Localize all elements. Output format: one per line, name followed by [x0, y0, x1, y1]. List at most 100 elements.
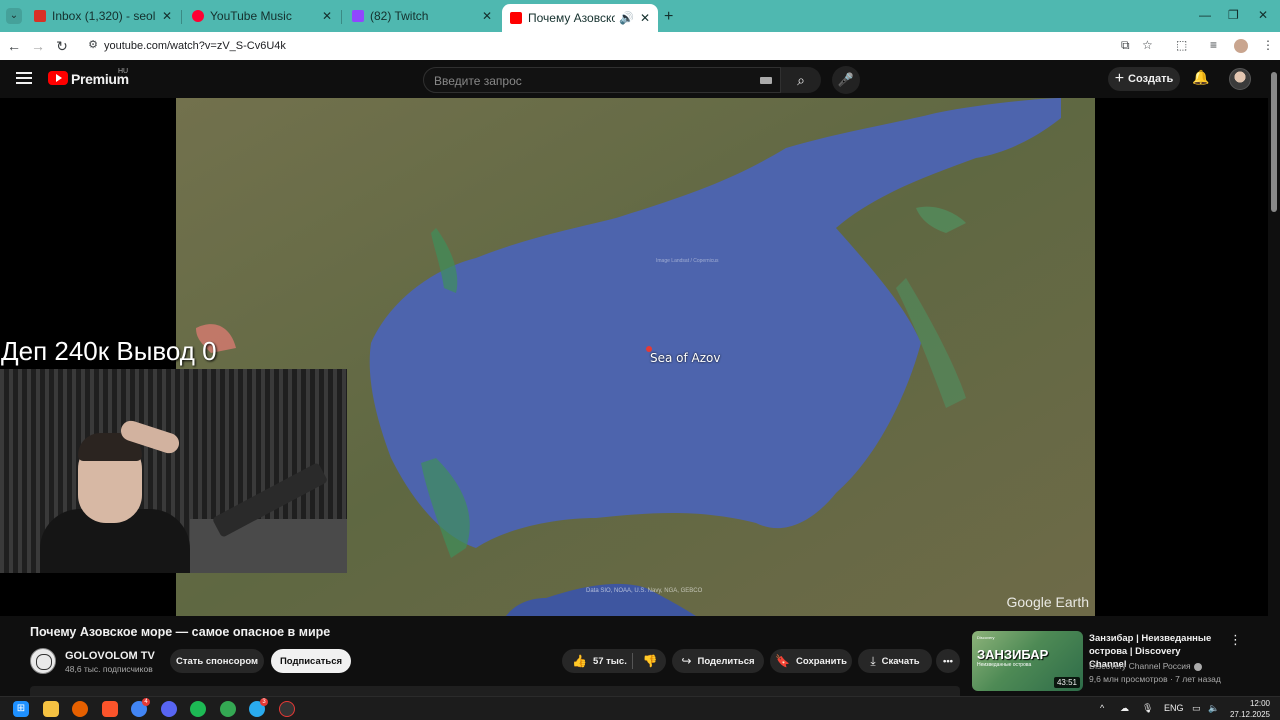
- description-box-edge: [30, 686, 960, 696]
- forward-icon[interactable]: →: [30, 38, 46, 54]
- more-actions-button[interactable]: •••: [936, 649, 960, 673]
- scrollbar-thumb[interactable]: [1271, 72, 1277, 212]
- recommended-channel[interactable]: Discovery Channel Россия: [1089, 661, 1202, 671]
- like-divider: [632, 653, 633, 669]
- app-icon[interactable]: [279, 701, 295, 717]
- thumbs-up-icon: 👍: [572, 654, 587, 668]
- channel-name[interactable]: GOLOVOLOM TV: [65, 650, 155, 662]
- speaker-icon[interactable]: 🔊: [619, 11, 634, 25]
- recommended-channel-name: Discovery Channel Россия: [1089, 661, 1191, 671]
- browser-tabstrip: ⌄ Inbox (1,320) - seolifeinfo@gm ✕ YouTu…: [0, 0, 1280, 32]
- verified-icon: [1193, 662, 1202, 671]
- firefox-icon[interactable]: [72, 701, 88, 717]
- language-indicator[interactable]: ENG: [1164, 703, 1184, 713]
- create-label: Создать: [1128, 73, 1174, 85]
- tab-twitch[interactable]: (82) Twitch ✕: [344, 4, 500, 28]
- tray-mic-icon[interactable]: 🎙: [1142, 703, 1153, 714]
- subscriber-count: 48,6 тыс. подписчиков: [65, 664, 153, 674]
- create-button[interactable]: + Создать: [1108, 67, 1180, 91]
- close-tab-icon[interactable]: ✕: [162, 9, 172, 23]
- restore-icon[interactable]: ❐: [1228, 8, 1239, 22]
- like-count: 57 тыс.: [592, 655, 627, 667]
- search-button[interactable]: ⌕: [781, 67, 821, 93]
- profile-avatar[interactable]: [1234, 39, 1248, 53]
- close-window-icon[interactable]: ✕: [1258, 8, 1268, 22]
- tab-title: Почему Азовское море —: [528, 11, 615, 25]
- url-text[interactable]: youtube.com/watch?v=zV_S-Cv6U4k: [104, 40, 286, 52]
- download-button[interactable]: ⤓ Скачать: [858, 649, 932, 673]
- tab-youtube-music[interactable]: YouTube Music ✕: [184, 4, 340, 28]
- discord-icon[interactable]: [161, 701, 177, 717]
- youtube-header: Premium HU Введите запрос ⌕ 🎤 + Создать …: [0, 60, 1280, 98]
- more-horizontal-icon: •••: [943, 655, 953, 667]
- windows-start-icon[interactable]: ⊞: [13, 701, 29, 717]
- user-avatar[interactable]: [1229, 68, 1251, 90]
- back-icon[interactable]: ←: [6, 38, 22, 54]
- telegram-icon[interactable]: 3: [249, 698, 268, 717]
- spotify-icon[interactable]: [190, 701, 206, 717]
- save-label: Сохранить: [796, 655, 847, 667]
- address-bar[interactable]: ⚙ youtube.com/watch?v=zV_S-Cv6U4k: [80, 34, 1165, 58]
- brave-icon[interactable]: [102, 701, 118, 717]
- subscribe-button[interactable]: Подписаться: [271, 649, 351, 673]
- dislike-button[interactable]: 👎: [634, 649, 666, 673]
- file-explorer-icon[interactable]: [43, 701, 59, 717]
- twitch-icon: [352, 10, 364, 22]
- system-clock[interactable]: 12:00 27.12.2025: [1222, 698, 1270, 720]
- plus-icon: +: [1114, 70, 1125, 87]
- minimize-icon[interactable]: —: [1199, 8, 1211, 22]
- recommended-video-meta: 9,6 млн просмотров · 7 лет назад: [1089, 674, 1221, 684]
- chrome-profile-icon[interactable]: [220, 701, 236, 717]
- reload-icon[interactable]: ↻: [54, 38, 70, 55]
- video-duration: 43:51: [1053, 677, 1080, 688]
- hamburger-menu-icon[interactable]: [16, 72, 32, 84]
- map-credit: Data SIO, NOAA, U.S. Navy, NGA, GEBCO: [586, 588, 703, 594]
- video-player[interactable]: Sea of Azov Image Landsat / Copernicus D…: [0, 98, 1268, 616]
- page-scrollbar[interactable]: [1268, 60, 1280, 696]
- extensions-icon[interactable]: ⬚: [1176, 38, 1187, 52]
- tab-gmail[interactable]: Inbox (1,320) - seolifeinfo@gm ✕: [26, 4, 180, 28]
- tab-search-button[interactable]: ⌄: [6, 8, 22, 24]
- clock-time: 12:00: [1249, 699, 1270, 708]
- display-icon[interactable]: ▭: [1192, 703, 1201, 714]
- close-tab-icon[interactable]: ✕: [640, 11, 650, 25]
- onedrive-icon[interactable]: ☁: [1120, 703, 1129, 714]
- new-tab-button[interactable]: +: [664, 8, 673, 26]
- microphone-icon: 🎤: [837, 72, 855, 87]
- notifications-bell-icon[interactable]: 🔔: [1192, 69, 1209, 86]
- search-input[interactable]: Введите запрос: [423, 67, 781, 93]
- site-info-icon[interactable]: ⚙: [86, 38, 100, 52]
- download-label: Скачать: [881, 655, 920, 667]
- tab-youtube-video[interactable]: Почему Азовское море — 🔊 ✕: [502, 4, 658, 32]
- thumbnail-subtitle: Неизведанные острова: [977, 662, 1032, 668]
- google-earth-watermark: Google Earth: [1006, 594, 1090, 610]
- recommended-video-thumbnail[interactable]: Discovery ЗАНЗИБАР Неизведанные острова …: [972, 631, 1083, 691]
- webcam-overlay: [0, 369, 347, 573]
- sponsor-label: Стать спонсором: [175, 655, 259, 667]
- thumbs-down-icon: 👎: [642, 654, 658, 668]
- more-vertical-icon[interactable]: ⋮: [1229, 632, 1242, 648]
- bookmark-star-icon[interactable]: ☆: [1142, 38, 1153, 52]
- tab-separator: [181, 10, 182, 24]
- voice-search-button[interactable]: 🎤: [832, 66, 860, 94]
- close-tab-icon[interactable]: ✕: [322, 9, 332, 23]
- keyboard-icon[interactable]: [760, 77, 772, 84]
- media-control-icon[interactable]: ≡: [1210, 38, 1217, 52]
- browser-menu-icon[interactable]: ⋮: [1262, 38, 1274, 52]
- tab-title: YouTube Music: [210, 9, 292, 23]
- volume-icon[interactable]: 🔈: [1208, 703, 1219, 714]
- tab-title: Inbox (1,320) - seolifeinfo@gm: [52, 9, 156, 23]
- tab-separator: [341, 10, 342, 24]
- tray-overflow-icon[interactable]: ^: [1100, 703, 1104, 713]
- download-icon: ⤓: [870, 653, 876, 668]
- sponsor-button[interactable]: Стать спонсором: [170, 649, 264, 673]
- close-tab-icon[interactable]: ✕: [482, 9, 492, 23]
- cast-icon[interactable]: ⧉: [1121, 38, 1130, 53]
- youtube-logo-icon[interactable]: [48, 71, 68, 85]
- channel-avatar[interactable]: [30, 648, 56, 674]
- notification-badge: 4: [142, 698, 150, 706]
- thumbnail-title: ЗАНЗИБАР: [977, 647, 1049, 662]
- save-button[interactable]: 🔖 Сохранить: [770, 649, 852, 673]
- chrome-icon[interactable]: 4: [131, 698, 150, 717]
- share-button[interactable]: ↪ Поделиться: [672, 649, 764, 673]
